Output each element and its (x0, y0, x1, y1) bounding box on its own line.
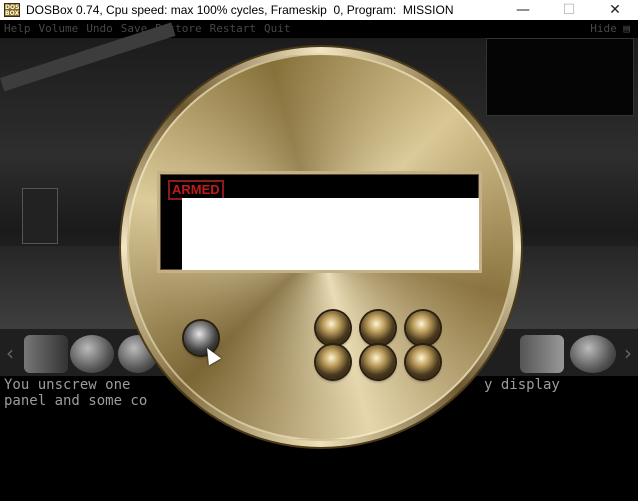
inventory-item-gear-icon[interactable] (70, 335, 114, 373)
keypad-button-6[interactable] (406, 345, 440, 379)
close-button[interactable]: ✕ (592, 0, 638, 20)
message-text-right: y display (484, 378, 560, 393)
game-viewport[interactable]: Help Volume Undo Save Restore Restart Qu… (0, 20, 638, 501)
space-viewport-window (486, 38, 634, 116)
game-menu-bar: Help Volume Undo Save Restore Restart Qu… (0, 20, 638, 38)
message-text-line2: panel and some co (4, 394, 147, 409)
keypad-button-2[interactable] (361, 311, 395, 345)
inventory-left-arrow-icon[interactable]: ‹ (2, 339, 18, 367)
message-line2: panel and some co (4, 393, 148, 409)
window-title: DOSBox 0.74, Cpu speed: max 100% cycles,… (26, 3, 454, 17)
armed-label: ARMED (168, 180, 224, 200)
menu-hide[interactable]: Hide ▤ (590, 20, 630, 38)
wall-panel (22, 188, 58, 244)
inventory-item-cluster-icon[interactable] (570, 335, 616, 373)
minimize-button[interactable]: — (500, 0, 546, 20)
menu-restart[interactable]: Restart (206, 20, 260, 38)
bomb-display-screen: ARMED (157, 171, 482, 273)
bomb-display-panel (182, 198, 479, 270)
menu-help[interactable]: Help (0, 20, 35, 38)
inventory-item-blade-icon[interactable] (520, 335, 564, 373)
inventory-item-tool-icon[interactable] (24, 335, 68, 373)
keypad-button-5[interactable] (361, 345, 395, 379)
keypad-button-3[interactable] (406, 311, 440, 345)
maximize-button[interactable]: ☐ (546, 0, 592, 20)
keypad-button-4[interactable] (316, 345, 350, 379)
menu-undo[interactable]: Undo (82, 20, 117, 38)
message-line1: You unscrew one (4, 377, 131, 393)
window-titlebar[interactable]: DOS BOX DOSBox 0.74, Cpu speed: max 100%… (0, 0, 638, 20)
menu-quit[interactable]: Quit (260, 20, 295, 38)
menu-volume[interactable]: Volume (35, 20, 83, 38)
keypad-button-1[interactable] (316, 311, 350, 345)
dosbox-icon: DOS BOX (4, 3, 20, 17)
inventory-right-arrow-icon[interactable]: › (620, 339, 636, 367)
message-line1-end: y display (484, 377, 560, 393)
message-text: You unscrew one (4, 378, 130, 393)
